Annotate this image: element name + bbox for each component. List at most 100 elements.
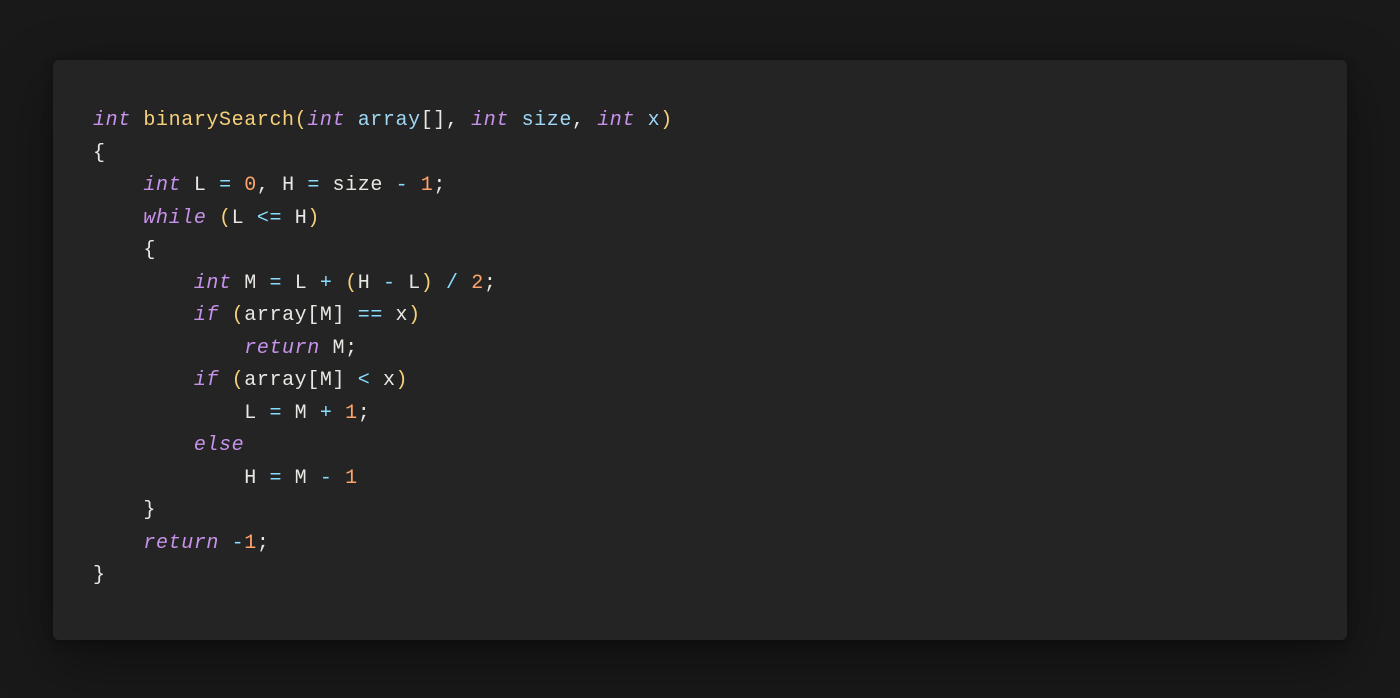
- code-token: []: [421, 109, 446, 132]
- code-token: ;: [345, 337, 358, 360]
- code-token: ): [307, 207, 320, 230]
- code-token: [93, 532, 143, 555]
- code-token: [93, 434, 194, 457]
- code-token: [307, 467, 320, 490]
- code-token: int: [194, 272, 232, 295]
- code-token: {: [93, 142, 106, 165]
- code-token: [282, 467, 295, 490]
- code-token: ,: [446, 109, 459, 132]
- code-token: -: [383, 272, 396, 295]
- code-token: (: [232, 304, 245, 327]
- code-token: [270, 174, 283, 197]
- code-token: [333, 272, 346, 295]
- code-token: 1: [345, 467, 358, 490]
- code-token: if: [194, 304, 219, 327]
- code-token: L: [408, 272, 421, 295]
- code-token: ==: [358, 304, 383, 327]
- code-token: [509, 109, 522, 132]
- code-token: (: [345, 272, 358, 295]
- code-token: M: [332, 337, 345, 360]
- code-token: [282, 402, 295, 425]
- code-token: [257, 467, 270, 490]
- code-token: [307, 402, 320, 425]
- code-token: int: [143, 174, 181, 197]
- code-token: =: [307, 174, 320, 197]
- code-token: -: [396, 174, 409, 197]
- code-token: <=: [257, 207, 282, 230]
- code-snippet-card: int binarySearch(int array[], int size, …: [53, 60, 1347, 640]
- code-token: [320, 174, 333, 197]
- code-token: [93, 499, 143, 522]
- code-token: [307, 272, 320, 295]
- code-token: [93, 304, 194, 327]
- code-token: (: [232, 369, 245, 392]
- code-token: M: [295, 467, 308, 490]
- code-token: [320, 337, 333, 360]
- code-token: H: [358, 272, 371, 295]
- code-token: -: [232, 532, 245, 555]
- code-token: ;: [358, 402, 371, 425]
- code-token: if: [194, 369, 219, 392]
- code-token: {: [143, 239, 156, 262]
- code-token: ;: [433, 174, 446, 197]
- code-token: L: [295, 272, 308, 295]
- code-token: H: [295, 207, 308, 230]
- code-token: [181, 174, 194, 197]
- code-token: M: [244, 272, 257, 295]
- code-token: x: [383, 369, 396, 392]
- code-token: L: [194, 174, 207, 197]
- code-token: -: [320, 467, 333, 490]
- code-token: H: [282, 174, 295, 197]
- code-token: [219, 304, 232, 327]
- code-token: 0: [244, 174, 257, 197]
- code-token: 1: [244, 532, 257, 555]
- code-token: binarySearch: [143, 109, 294, 132]
- code-token: size: [333, 174, 383, 197]
- code-token: }: [93, 564, 106, 587]
- code-token: ;: [257, 532, 270, 555]
- code-token: ]: [333, 304, 346, 327]
- code-token: [: [307, 369, 320, 392]
- code-token: size: [522, 109, 572, 132]
- code-token: ): [421, 272, 434, 295]
- code-token: [206, 207, 219, 230]
- code-token: [93, 207, 143, 230]
- code-token: [93, 174, 143, 197]
- code-token: (: [219, 207, 232, 230]
- code-token: [206, 174, 219, 197]
- code-block[interactable]: int binarySearch(int array[], int size, …: [93, 105, 1307, 593]
- code-token: [244, 207, 257, 230]
- code-token: [232, 272, 245, 295]
- code-token: [433, 272, 446, 295]
- code-token: <: [358, 369, 371, 392]
- code-token: =: [269, 272, 282, 295]
- code-token: [345, 304, 358, 327]
- code-token: 1: [421, 174, 434, 197]
- code-token: [: [307, 304, 320, 327]
- code-token: =: [219, 174, 232, 197]
- code-token: [585, 109, 598, 132]
- code-token: [93, 272, 194, 295]
- code-token: [93, 467, 244, 490]
- code-token: [93, 402, 244, 425]
- code-token: [232, 174, 245, 197]
- code-token: x: [396, 304, 409, 327]
- code-token: [333, 467, 346, 490]
- code-token: ): [660, 109, 673, 132]
- code-token: /: [446, 272, 459, 295]
- code-token: ;: [484, 272, 497, 295]
- code-token: [93, 369, 194, 392]
- code-token: [219, 369, 232, 392]
- code-token: =: [269, 467, 282, 490]
- code-token: int: [471, 109, 509, 132]
- code-token: [219, 532, 232, 555]
- code-token: M: [320, 369, 333, 392]
- code-token: int: [597, 109, 635, 132]
- code-token: x: [648, 109, 661, 132]
- code-token: 2: [471, 272, 484, 295]
- code-token: [383, 304, 396, 327]
- code-token: ,: [572, 109, 585, 132]
- code-token: ,: [257, 174, 270, 197]
- code-token: [370, 369, 383, 392]
- code-token: int: [93, 109, 131, 132]
